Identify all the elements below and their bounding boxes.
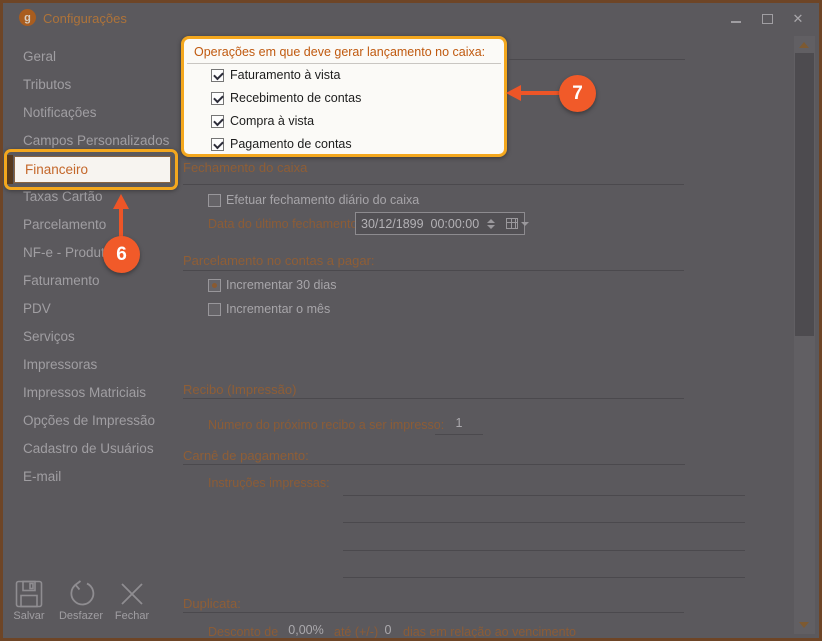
dias-label: dias em relação ao vencimento [403,625,577,639]
titlebar: g Configurações ✕ [3,3,819,33]
duplicata-section-header: Duplicata: [183,596,241,611]
checkbox-checked-icon[interactable] [211,137,224,151]
selected-item-marker [7,155,13,184]
next-receipt-number-field[interactable]: 1 [435,416,483,435]
operations-header-rule-continuation [509,59,685,60]
instruction-input-line-4[interactable] [343,577,745,578]
scrollbar-thumb[interactable] [795,53,814,336]
undo-button-label: Desfazer [58,610,104,622]
annotation-step-6-badge: 6 [103,236,140,273]
ate-label: até (+/-) [334,625,379,639]
app-logo-glyph: g [24,11,31,24]
next-receipt-number-label: Número do próximo recibo a ser impresso: [208,418,445,432]
floppy-disk-icon [15,580,43,608]
calendar-dropdown-button[interactable] [503,218,532,229]
close-panel-button-label: Fechar [114,610,150,622]
last-close-date-value: 30/12/1899 00:00:00 [361,216,480,231]
settings-nav: Geral Tributos Notificações Campos Perso… [3,43,175,491]
checkbox-row-recebimento-de-contas[interactable]: Recebimento de contas [211,91,361,105]
carne-header-rule [183,464,685,465]
sidebar-item-impressos-matriciais[interactable]: Impressos Matriciais [3,379,175,407]
desconto-value-field[interactable]: 0,00% [284,623,328,638]
sidebar-item-cadastro-usuarios[interactable]: Cadastro de Usuários [3,435,175,463]
annotation-highlight-financeiro: Financeiro [4,149,178,190]
checkbox-unchecked-icon[interactable] [208,303,221,316]
spin-down-icon [487,224,496,229]
sidebar-item-servicos[interactable]: Serviços [3,323,175,351]
option-checked-icon[interactable] [208,279,221,292]
sidebar-item-pdv[interactable]: PDV [3,295,175,323]
close-panel-button[interactable]: Fechar [104,580,160,622]
sidebar-item-opcoes-impressao[interactable]: Opções de Impressão [3,407,175,435]
sidebar-item-email[interactable]: E-mail [3,463,175,491]
checkbox-checked-icon[interactable] [211,114,224,128]
window-controls: ✕ [729,12,805,26]
operations-section-header: Operações em que deve gerar lançamento n… [194,45,486,59]
duplicata-header-rule [183,612,684,613]
instruction-input-line-3[interactable] [343,550,745,551]
maximize-icon [761,14,773,24]
checkbox-row-compra-a-vista[interactable]: Compra à vista [211,114,314,128]
fechamento-section-header: Fechamento do caixa [183,160,308,175]
date-spinner[interactable] [487,218,496,229]
sidebar-item-impressoras[interactable]: Impressoras [3,351,175,379]
calendar-icon [506,218,519,229]
vertical-scrollbar[interactable] [794,36,815,634]
scroll-down-icon[interactable] [799,622,809,628]
undo-icon [70,580,95,606]
close-button[interactable]: ✕ [791,12,805,26]
dias-value-field[interactable]: 0 [379,623,397,638]
save-button[interactable]: Salvar [3,580,57,622]
sidebar-item-faturamento[interactable]: Faturamento [3,267,175,295]
incrementar-30-dias-label[interactable]: Incrementar 30 dias [226,278,336,292]
checkbox-checked-icon[interactable] [211,68,224,82]
minimize-icon [731,21,741,23]
desconto-label: Desconto de [208,625,279,639]
undo-button[interactable]: Desfazer [53,580,109,622]
instructions-label: Instruções impressas: [208,476,330,490]
operations-header-rule [187,63,501,64]
checkbox-label: Compra à vista [230,114,315,128]
instruction-input-line-1[interactable] [343,495,745,496]
annotation-highlight-operations: Operações em que deve gerar lançamento n… [181,36,507,157]
save-button-label: Salvar [13,610,45,622]
daily-close-checkbox-label[interactable]: Efetuar fechamento diário do caixa [226,193,419,207]
dropdown-arrow-icon [521,221,530,226]
scroll-up-icon[interactable] [799,42,809,48]
annotation-arrow-7-shaft [519,91,563,95]
minimize-button[interactable] [729,12,743,26]
checkbox-label: Faturamento à vista [230,68,341,82]
checkbox-label: Recebimento de contas [230,91,362,105]
incrementar-o-mes-label[interactable]: Incrementar o mês [226,302,330,316]
sidebar-item-parcelamento[interactable]: Parcelamento [3,211,175,239]
checkbox-checked-icon[interactable] [211,91,224,105]
carne-section-header: Carnê de pagamento: [183,448,309,463]
sidebar-item-financeiro[interactable]: Financeiro [14,156,171,183]
checkbox-unchecked-icon[interactable] [208,194,221,207]
last-close-date-field[interactable]: 30/12/1899 00:00:00 [355,212,530,235]
recibo-section-header: Recibo (Impressão) [183,382,297,397]
sidebar-item-notificacoes[interactable]: Notificações [3,99,175,127]
checkbox-row-faturamento-a-vista[interactable]: Faturamento à vista [211,68,340,82]
fechamento-header-rule [183,184,684,185]
sidebar-item-tributos[interactable]: Tributos [3,71,175,99]
sidebar-item-nfe-produtos[interactable]: NF-e - Produtos [3,239,175,267]
sidebar-item-geral[interactable]: Geral [3,43,175,71]
maximize-button[interactable] [760,12,774,26]
instruction-input-line-2[interactable] [343,522,745,523]
window-title: Configurações [43,11,127,26]
last-close-label: Data do último fechamento: [208,217,361,231]
checkbox-row-pagamento-de-contas[interactable]: Pagamento de contas [211,137,352,151]
annotation-step-7-badge: 7 [559,75,596,112]
parcelamento-section-header: Parcelamento no contas a pagar: [183,253,375,268]
parcelamento-header-rule [183,270,684,271]
recibo-header-rule [183,398,684,399]
close-x-icon [121,583,143,605]
app-logo-icon: g [19,9,36,26]
spin-up-icon [487,218,496,223]
checkbox-label: Pagamento de contas [230,137,352,151]
settings-window: g Configurações ✕ Geral Tributos Notific… [0,0,822,641]
